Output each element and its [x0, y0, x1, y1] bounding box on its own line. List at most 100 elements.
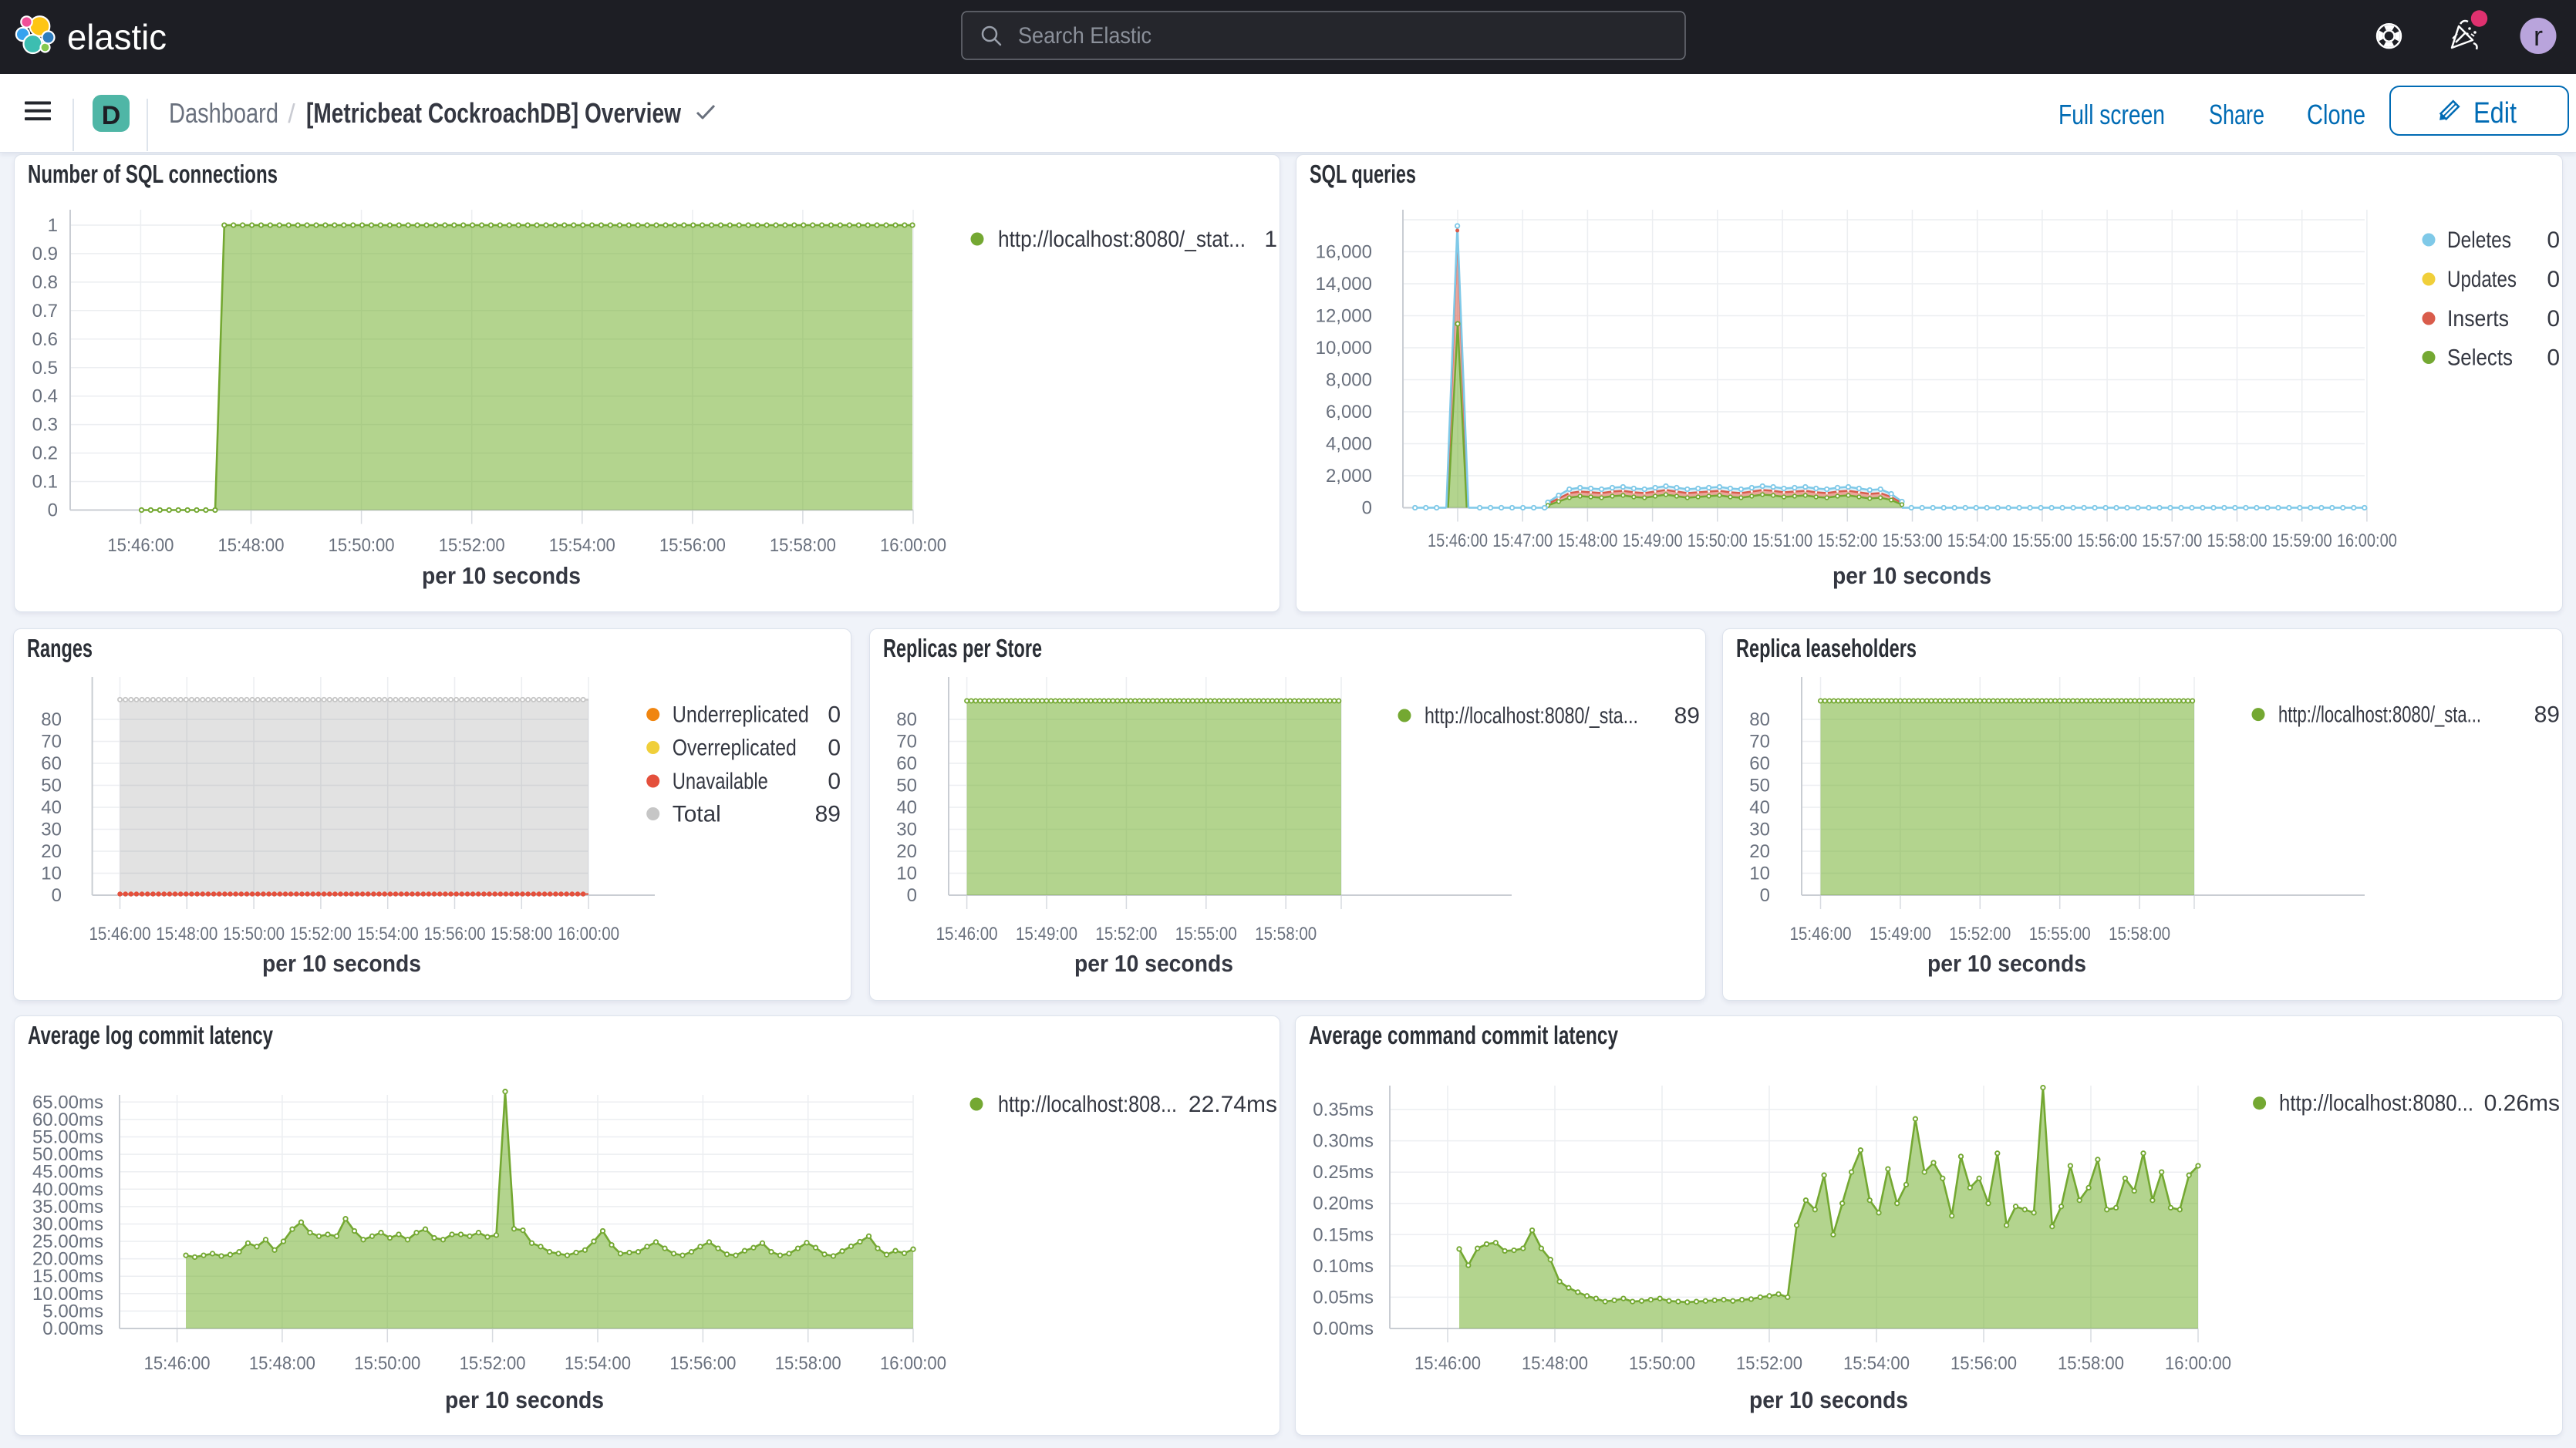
svg-text:Full screen: Full screen: [2058, 99, 2165, 130]
svg-text:0.25ms: 0.25ms: [1313, 1162, 1374, 1183]
svg-text:elastic: elastic: [67, 17, 167, 57]
svg-text:2,000: 2,000: [1326, 466, 1372, 487]
svg-text:15:48:00: 15:48:00: [249, 1353, 315, 1374]
svg-text:16:00:00: 16:00:00: [880, 1353, 946, 1374]
svg-text:15:47:00: 15:47:00: [1492, 530, 1553, 551]
svg-text:15:49:00: 15:49:00: [1870, 924, 1931, 945]
svg-text:Share: Share: [2209, 99, 2264, 130]
svg-text:15:56:00: 15:56:00: [424, 924, 486, 945]
svg-text:15:58:00: 15:58:00: [770, 535, 836, 556]
svg-text:15:50:00: 15:50:00: [223, 924, 285, 945]
svg-text:15:52:00: 15:52:00: [1949, 924, 2011, 945]
svg-text:15:48:00: 15:48:00: [1522, 1353, 1588, 1374]
svg-text:80: 80: [41, 709, 62, 730]
svg-text:15:50:00: 15:50:00: [1629, 1353, 1695, 1374]
svg-text:15:54:00: 15:54:00: [1947, 530, 2008, 551]
svg-text:http://localhost:8080/_sta...: http://localhost:8080/_sta...: [1425, 703, 1638, 729]
svg-text:70: 70: [896, 732, 917, 753]
svg-text:22.74ms: 22.74ms: [1189, 1092, 1277, 1117]
svg-text:16:00:00: 16:00:00: [2165, 1353, 2231, 1374]
svg-text:D: D: [102, 101, 121, 130]
svg-text:15:58:00: 15:58:00: [2058, 1353, 2124, 1374]
svg-text:SQL queries: SQL queries: [1310, 160, 1416, 188]
svg-text:Total: Total: [673, 802, 721, 827]
svg-text:0: 0: [2547, 345, 2560, 371]
svg-text:30: 30: [1749, 820, 1770, 840]
svg-text:15:48:00: 15:48:00: [156, 924, 217, 945]
svg-text:15:53:00: 15:53:00: [1883, 530, 1943, 551]
svg-text:0.1: 0.1: [32, 472, 58, 493]
svg-text:15:55:00: 15:55:00: [2012, 530, 2072, 551]
svg-text:Average log commit latency: Average log commit latency: [28, 1021, 273, 1049]
svg-text:15:49:00: 15:49:00: [1016, 924, 1077, 945]
svg-text:Dashboard: Dashboard: [169, 97, 278, 129]
svg-text:15:54:00: 15:54:00: [549, 535, 615, 556]
svg-text:per 10 seconds: per 10 seconds: [262, 950, 421, 977]
svg-text:40: 40: [1749, 797, 1770, 818]
svg-text:0.10ms: 0.10ms: [1313, 1256, 1374, 1277]
svg-text:per 10 seconds: per 10 seconds: [445, 1386, 604, 1413]
svg-text:20: 20: [1749, 841, 1770, 862]
svg-text:8,000: 8,000: [1326, 370, 1372, 391]
svg-text:0.6: 0.6: [32, 329, 58, 350]
svg-text:Selects: Selects: [2447, 345, 2513, 371]
svg-text:89: 89: [2534, 702, 2560, 728]
svg-text:0.00ms: 0.00ms: [1313, 1318, 1374, 1339]
svg-text:12,000: 12,000: [1316, 306, 1372, 327]
svg-text:0.30ms: 0.30ms: [1313, 1131, 1374, 1152]
svg-text:1: 1: [1264, 227, 1277, 252]
svg-text:15:54:00: 15:54:00: [1843, 1353, 1910, 1374]
svg-text:80: 80: [896, 709, 917, 730]
svg-text:0.3: 0.3: [32, 415, 58, 436]
svg-text:15:50:00: 15:50:00: [1688, 530, 1748, 551]
svg-text:per 10 seconds: per 10 seconds: [1927, 950, 2086, 977]
svg-text:0.20ms: 0.20ms: [1313, 1194, 1374, 1214]
svg-text:15:58:00: 15:58:00: [2207, 530, 2267, 551]
svg-text:6,000: 6,000: [1326, 402, 1372, 423]
svg-text:0.2: 0.2: [32, 443, 58, 464]
svg-text:0: 0: [828, 736, 841, 761]
svg-text:15:54:00: 15:54:00: [565, 1353, 631, 1374]
svg-text:http://localhost:8080...: http://localhost:8080...: [2279, 1091, 2473, 1116]
svg-text:0.7: 0.7: [32, 301, 58, 322]
svg-text:Unavailable: Unavailable: [673, 769, 768, 794]
svg-text:16,000: 16,000: [1316, 242, 1372, 263]
svg-text:Average command commit latency: Average command commit latency: [1309, 1021, 1618, 1049]
svg-text:15:57:00: 15:57:00: [2142, 530, 2202, 551]
svg-text:0.8: 0.8: [32, 272, 58, 293]
svg-text:Clone: Clone: [2307, 99, 2365, 130]
svg-text:50: 50: [41, 776, 62, 796]
svg-text:16:00:00: 16:00:00: [2337, 530, 2397, 551]
svg-text:15:56:00: 15:56:00: [659, 535, 726, 556]
svg-text:16:00:00: 16:00:00: [558, 924, 619, 945]
svg-text:15:54:00: 15:54:00: [357, 924, 419, 945]
svg-text:15:46:00: 15:46:00: [1414, 1353, 1481, 1374]
svg-text:89: 89: [1674, 703, 1700, 729]
svg-text:0.4: 0.4: [32, 386, 58, 407]
svg-text:0: 0: [1362, 498, 1372, 519]
svg-text:60: 60: [41, 753, 62, 774]
svg-text:0.15ms: 0.15ms: [1313, 1224, 1374, 1245]
svg-text:50: 50: [896, 776, 917, 796]
svg-text:Search Elastic: Search Elastic: [1018, 23, 1151, 49]
svg-text:15:55:00: 15:55:00: [2029, 924, 2091, 945]
svg-text:Ranges: Ranges: [27, 634, 93, 662]
svg-text:50: 50: [1749, 776, 1770, 796]
svg-text:15:50:00: 15:50:00: [329, 535, 395, 556]
svg-text:http://localhost:8080/_stat...: http://localhost:8080/_stat...: [998, 227, 1246, 252]
svg-text:15:52:00: 15:52:00: [460, 1353, 526, 1374]
svg-text:15:50:00: 15:50:00: [354, 1353, 420, 1374]
svg-text:0: 0: [907, 885, 917, 906]
svg-text:15:56:00: 15:56:00: [2077, 530, 2137, 551]
svg-text:60: 60: [1749, 753, 1770, 774]
svg-text:0.5: 0.5: [32, 358, 58, 379]
svg-text:per 10 seconds: per 10 seconds: [1749, 1386, 1908, 1413]
svg-text:per 10 seconds: per 10 seconds: [422, 562, 581, 589]
svg-text:15:46:00: 15:46:00: [936, 924, 998, 945]
svg-text:15:48:00: 15:48:00: [1557, 530, 1617, 551]
svg-text:15:52:00: 15:52:00: [1736, 1353, 1802, 1374]
svg-text:Underreplicated: Underreplicated: [673, 702, 809, 728]
svg-text:15:52:00: 15:52:00: [290, 924, 352, 945]
svg-text:/: /: [288, 99, 295, 129]
svg-text:30: 30: [896, 820, 917, 840]
